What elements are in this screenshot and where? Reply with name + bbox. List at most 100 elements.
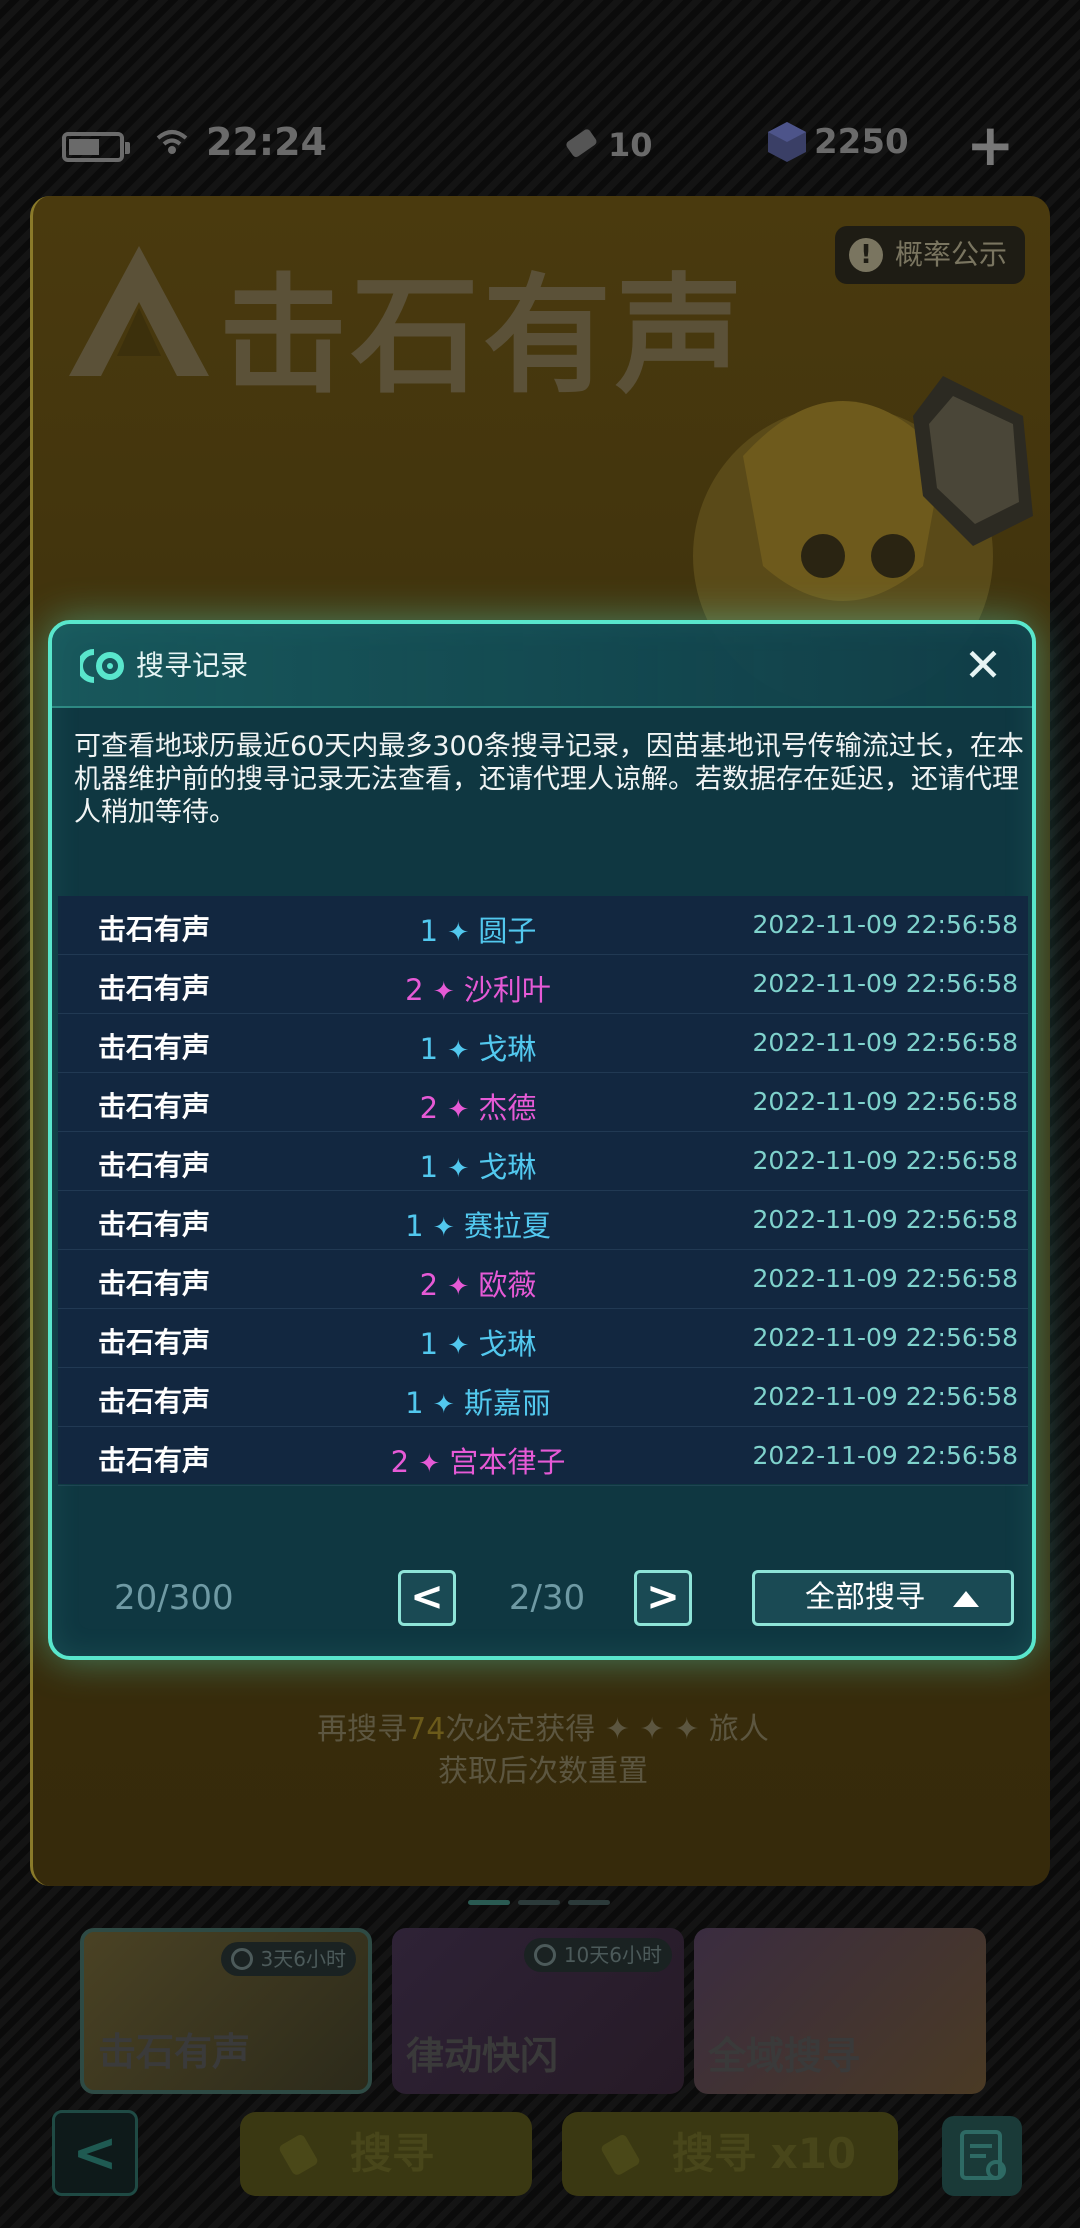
records-logo-icon bbox=[80, 649, 124, 683]
result: 1 ✦ 圆子 bbox=[308, 908, 648, 950]
timestamp: 2022-11-09 22:56:58 bbox=[752, 910, 1018, 939]
rarity: 2 bbox=[419, 1091, 439, 1125]
character-name: 沙利叶 bbox=[463, 973, 551, 1007]
pool-name: 击石有声 bbox=[98, 1031, 211, 1064]
search-history-dialog: 搜寻记录 ✕ 可查看地球历最近60天内最多300条搜寻记录，因苗基地讯号传输流过… bbox=[48, 620, 1036, 1660]
character-name: 斯嘉丽 bbox=[463, 1386, 551, 1420]
timer-text: 3天6小时 bbox=[260, 1947, 346, 1971]
page-indicator: 2/30 bbox=[508, 1578, 586, 1618]
timestamp: 2022-11-09 22:56:58 bbox=[752, 1205, 1018, 1234]
rarity: 1 bbox=[419, 1150, 439, 1184]
pool-name: 击石有声 bbox=[98, 972, 211, 1005]
banner-logo-icon bbox=[69, 246, 209, 376]
next-page-button[interactable]: > bbox=[634, 1570, 692, 1626]
table-row: 击石有声 1 ✦ 戈琳 2022-11-09 22:56:58 bbox=[58, 1132, 1028, 1191]
result: 2 ✦ 沙利叶 bbox=[308, 967, 648, 1009]
cube-icon bbox=[768, 122, 806, 162]
probability-button[interactable]: ! 概率公示 bbox=[835, 226, 1025, 284]
ticket-count: 10 bbox=[608, 126, 653, 164]
page-dots bbox=[468, 1900, 612, 1906]
rarity: 1 bbox=[419, 1032, 439, 1066]
character-name: 戈琳 bbox=[478, 1327, 537, 1361]
character-name: 圆子 bbox=[478, 914, 537, 948]
page-dot bbox=[568, 1900, 610, 1905]
add-currency-button[interactable]: + bbox=[966, 116, 1015, 174]
pull-ten-button[interactable]: 搜寻 x10 bbox=[562, 2112, 898, 2196]
rarity: 1 bbox=[419, 1327, 439, 1361]
table-row: 击石有声 2 ✦ 欧薇 2022-11-09 22:56:58 bbox=[58, 1250, 1028, 1309]
timestamp: 2022-11-09 22:56:58 bbox=[752, 969, 1018, 998]
star-icon: ✦ bbox=[447, 1331, 470, 1361]
character-name: 宫本律子 bbox=[449, 1445, 566, 1479]
result: 1 ✦ 斯嘉丽 bbox=[308, 1380, 648, 1422]
timer-badge: 3天6小时 bbox=[220, 1942, 356, 1976]
timestamp: 2022-11-09 22:56:58 bbox=[752, 1146, 1018, 1175]
close-button[interactable]: ✕ bbox=[958, 640, 1008, 690]
pool-name: 击石有声 bbox=[98, 913, 211, 946]
pull-once-label: 搜寻 bbox=[350, 2129, 435, 2178]
info-icon: ! bbox=[849, 238, 883, 272]
pool-card-2[interactable]: 10天6小时 律动快闪 bbox=[392, 1928, 684, 2094]
table-row: 击石有声 2 ✦ 宫本律子 2022-11-09 22:56:58 bbox=[58, 1427, 1028, 1486]
pool-card-1[interactable]: 3天6小时 击石有声 bbox=[80, 1928, 372, 2094]
result: 1 ✦ 戈琳 bbox=[308, 1321, 648, 1363]
result: 1 ✦ 戈琳 bbox=[308, 1144, 648, 1186]
clock: 22:24 bbox=[206, 120, 327, 164]
character-name: 戈琳 bbox=[478, 1150, 537, 1184]
reset-hint: 获取后次数重置 bbox=[438, 1754, 648, 1789]
timestamp: 2022-11-09 22:56:58 bbox=[752, 1441, 1018, 1470]
timestamp: 2022-11-09 22:56:58 bbox=[752, 1382, 1018, 1411]
timer-text: 10天6小时 bbox=[563, 1943, 662, 1967]
timestamp: 2022-11-09 22:56:58 bbox=[752, 1028, 1018, 1057]
hint-prefix: 再搜寻 bbox=[317, 1712, 408, 1747]
timestamp: 2022-11-09 22:56:58 bbox=[752, 1087, 1018, 1116]
history-icon[interactable] bbox=[942, 2116, 1022, 2196]
table-row: 击石有声 1 ✦ 戈琳 2022-11-09 22:56:58 bbox=[58, 1014, 1028, 1073]
character-name: 赛拉夏 bbox=[463, 1209, 551, 1243]
timestamp: 2022-11-09 22:56:58 bbox=[752, 1264, 1018, 1293]
records-table: 击石有声 1 ✦ 圆子 2022-11-09 22:56:58 击石有声 2 ✦… bbox=[58, 896, 1028, 1486]
rarity: 2 bbox=[390, 1445, 410, 1479]
pool-card-3[interactable]: 全域搜寻 bbox=[694, 1928, 986, 2094]
ticket-icon bbox=[279, 2134, 318, 2175]
dialog-header: 搜寻记录 ✕ bbox=[52, 624, 1032, 708]
caret-up-icon bbox=[953, 1591, 979, 1607]
pool-card-title: 全域搜寻 bbox=[708, 2034, 861, 2078]
pool-name: 击石有声 bbox=[98, 1149, 211, 1182]
star-icon: ✦ bbox=[432, 1390, 455, 1420]
star-icon: ✦ bbox=[432, 977, 455, 1007]
clock-icon bbox=[230, 1948, 253, 1970]
star-icon: ✦ bbox=[447, 1095, 470, 1125]
table-row: 击石有声 1 ✦ 赛拉夏 2022-11-09 22:56:58 bbox=[58, 1191, 1028, 1250]
rarity: 2 bbox=[405, 973, 424, 1007]
pool-card-title: 律动快闪 bbox=[406, 2034, 559, 2078]
battery-icon bbox=[62, 132, 130, 162]
screen: 22:24 10 2250 + 击石有声 ! 概率公示 再搜寻74次必定获得 ✦… bbox=[0, 0, 1080, 2228]
filter-dropdown[interactable]: 全部搜寻 bbox=[752, 1570, 1014, 1626]
rarity: 1 bbox=[419, 914, 439, 948]
result: 1 ✦ 戈琳 bbox=[308, 1026, 648, 1068]
pool-name: 击石有声 bbox=[98, 1444, 211, 1477]
result: 1 ✦ 赛拉夏 bbox=[308, 1203, 648, 1245]
clock-icon bbox=[533, 1944, 556, 1966]
table-row: 击石有声 1 ✦ 圆子 2022-11-09 22:56:58 bbox=[58, 896, 1028, 955]
result: 2 ✦ 宫本律子 bbox=[308, 1439, 648, 1481]
star-icon: ✦ bbox=[447, 1272, 470, 1302]
probability-label: 概率公示 bbox=[895, 238, 1008, 271]
wifi-icon bbox=[156, 130, 188, 154]
pool-name: 击石有声 bbox=[98, 1385, 211, 1418]
pool-name: 击石有声 bbox=[98, 1326, 211, 1359]
filter-label: 全部搜寻 bbox=[805, 1580, 925, 1615]
character-name: 戈琳 bbox=[478, 1032, 537, 1066]
ticket-icon bbox=[566, 129, 597, 158]
prev-page-button[interactable]: < bbox=[398, 1570, 456, 1626]
table-row: 击石有声 1 ✦ 斯嘉丽 2022-11-09 22:56:58 bbox=[58, 1368, 1028, 1427]
records-count: 20/300 bbox=[114, 1578, 234, 1618]
page-dot bbox=[468, 1900, 510, 1905]
pull-once-button[interactable]: 搜寻 bbox=[240, 2112, 532, 2196]
records-notice: 可查看地球历最近60天内最多300条搜寻记录，因苗基地讯号传输流过长，在本机器维… bbox=[74, 731, 1024, 828]
ticket-icon bbox=[601, 2134, 640, 2175]
back-button[interactable]: < bbox=[52, 2110, 138, 2196]
table-row: 击石有声 2 ✦ 沙利叶 2022-11-09 22:56:58 bbox=[58, 955, 1028, 1014]
pool-name: 击石有声 bbox=[98, 1208, 211, 1241]
